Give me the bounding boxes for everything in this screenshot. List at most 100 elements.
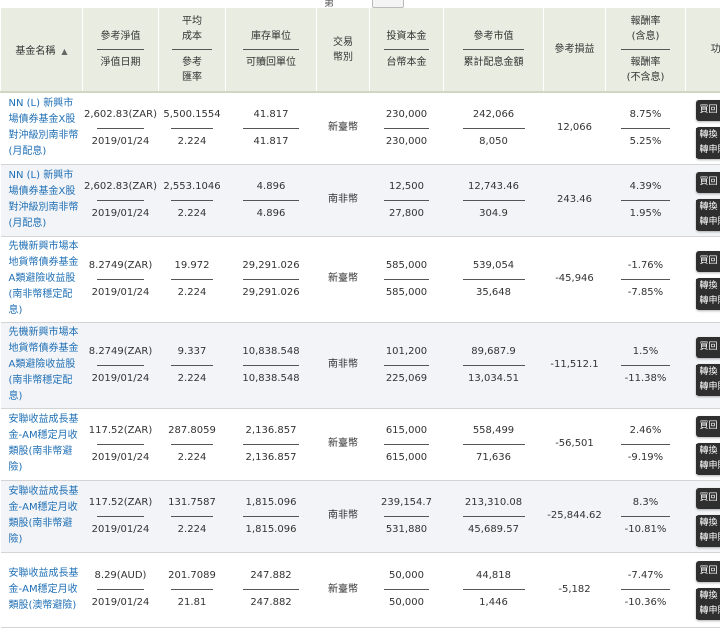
col-fund-name[interactable]: 基金名稱 ▲	[1, 8, 83, 92]
switch-apply-button[interactable]: 轉申購	[696, 604, 720, 619]
currency-cell: 新臺幣	[317, 408, 370, 480]
avg-cost-cell: 131.75872.224	[159, 480, 226, 552]
currency-cell: 南非幣	[317, 164, 370, 236]
table-row: 先機新興市場本地貨幣債券基金A類避險收益股(南非幣穩定配息)8.2749(ZAR…	[1, 322, 720, 408]
market-value-cell: 44,8181,446	[444, 552, 544, 627]
avg-cost-cell: 9.3372.224	[159, 322, 226, 408]
principal-cell: 101,200225,069	[370, 322, 444, 408]
units-cell: 1,815.0961,815.096	[226, 480, 317, 552]
col-principal: 投資本金台幣本金	[370, 8, 444, 92]
units-cell: 41.81741.817	[226, 92, 317, 164]
switch-apply-button[interactable]: 轉申購	[696, 380, 720, 395]
page-number-select[interactable]	[372, 0, 404, 8]
col-pnl: 參考損益	[544, 8, 606, 92]
currency-cell: 南非幣	[317, 322, 370, 408]
return-cell: -1.76%-7.85%	[606, 236, 686, 322]
switch-button[interactable]: 轉換	[696, 128, 720, 143]
switch-button-group: 轉換轉申購	[696, 364, 720, 396]
units-cell: 29,291.02629,291.026	[226, 236, 317, 322]
fund-name-link[interactable]: 安聯收益成長基金-AM穩定月收類股(南非幣避險)	[9, 414, 79, 473]
pnl-cell: -5,182	[544, 552, 606, 627]
col-currency: 交易幣別	[317, 8, 370, 92]
currency-cell: 新臺幣	[317, 92, 370, 164]
redeem-button[interactable]: 買回	[696, 488, 720, 509]
actions-cell: 買回轉換轉申購	[686, 552, 720, 627]
fund-name-cell: 安聯收益成長基金-AM穩定月收類股(澳幣避險)	[1, 552, 83, 627]
redeem-button[interactable]: 買回	[696, 337, 720, 358]
switch-button[interactable]: 轉換	[696, 516, 720, 531]
redeem-button[interactable]: 買回	[696, 172, 720, 193]
currency-cell: 新臺幣	[317, 236, 370, 322]
market-value-cell: 12,743.46304.9	[444, 164, 544, 236]
principal-cell: 50,00050,000	[370, 552, 444, 627]
table-row: 安聯收益成長基金-AM穩定月收類股(南非幣避險)117.52(ZAR)2019/…	[1, 480, 720, 552]
switch-button-group: 轉換轉申購	[696, 515, 720, 547]
table-row: NN (L) 新興市場債券基金X股對沖級別南非幣(月配息)2,602.83(ZA…	[1, 164, 720, 236]
fund-name-link[interactable]: 先機新興市場本地貨幣債券基金A類避險收益股(南非幣穩定配息)	[9, 327, 79, 402]
switch-button[interactable]: 轉換	[696, 589, 720, 604]
avg-cost-cell: 287.80592.224	[159, 408, 226, 480]
avg-cost-cell: 5,500.15542.224	[159, 92, 226, 164]
units-cell: 4.8964.896	[226, 164, 317, 236]
fund-name-link[interactable]: 安聯收益成長基金-AM穩定月收類股(澳幣避險)	[9, 568, 79, 611]
pnl-cell: 243.46	[544, 164, 606, 236]
nav-cell: 2,602.83(ZAR)2019/01/24	[83, 92, 159, 164]
switch-apply-button[interactable]: 轉申購	[696, 531, 720, 546]
switch-apply-button[interactable]: 轉申購	[696, 215, 720, 230]
switch-button[interactable]: 轉換	[696, 279, 720, 294]
redeem-button[interactable]: 買回	[696, 251, 720, 272]
table-row: 安聯收益成長基金-AM穩定月收類股(澳幣避險)8.29(AUD)2019/01/…	[1, 552, 720, 627]
principal-cell: 585,000585,000	[370, 236, 444, 322]
actions-cell: 買回轉換轉申購	[686, 480, 720, 552]
market-value-cell: 242,0668,050	[444, 92, 544, 164]
pagination-strip: 第	[0, 0, 720, 8]
col-avg-cost: 平均成本參考匯率	[159, 8, 226, 92]
currency-cell: 新臺幣	[317, 552, 370, 627]
avg-cost-cell: 2,553.10462.224	[159, 164, 226, 236]
pnl-cell: -45,946	[544, 236, 606, 322]
units-cell: 2,136.8572,136.857	[226, 408, 317, 480]
switch-button-group: 轉換轉申購	[696, 199, 720, 231]
switch-button[interactable]: 轉換	[696, 444, 720, 459]
col-units: 庫存單位可贖回單位	[226, 8, 317, 92]
switch-button[interactable]: 轉換	[696, 365, 720, 380]
avg-cost-cell: 201.708921.81	[159, 552, 226, 627]
col-fund-name-label: 基金名稱	[15, 46, 55, 57]
actions-cell: 買回轉換轉申購	[686, 236, 720, 322]
pnl-cell: -11,512.1	[544, 322, 606, 408]
redeem-button[interactable]: 買回	[696, 416, 720, 437]
col-market-value: 參考市值累計配息金額	[444, 8, 544, 92]
fund-name-link[interactable]: NN (L) 新興市場債券基金X股對沖級別南非幣(月配息)	[9, 170, 79, 229]
return-cell: -7.47%-10.36%	[606, 552, 686, 627]
units-cell: 10,838.54810,838.548	[226, 322, 317, 408]
table-header-row: 基金名稱▲ 參考淨值淨值日期 平均成本參考匯率 庫存單位可贖回單位 交易幣別 投…	[1, 8, 720, 92]
redeem-button[interactable]: 買回	[696, 561, 720, 582]
return-cell: 8.75%5.25%	[606, 92, 686, 164]
switch-apply-button[interactable]: 轉申購	[696, 294, 720, 309]
switch-apply-button[interactable]: 轉申購	[696, 143, 720, 158]
fund-name-link[interactable]: 先機新興市場本地貨幣債券基金A類避險收益股(南非幣穩定配息)	[9, 241, 79, 316]
actions-cell: 買回轉換轉申購	[686, 322, 720, 408]
return-cell: 8.3%-10.81%	[606, 480, 686, 552]
switch-apply-button[interactable]: 轉申購	[696, 459, 720, 474]
pnl-cell: -25,844.62	[544, 480, 606, 552]
fund-name-link[interactable]: 安聯收益成長基金-AM穩定月收類股(南非幣避險)	[9, 486, 79, 545]
fund-name-cell: NN (L) 新興市場債券基金X股對沖級別南非幣(月配息)	[1, 92, 83, 164]
actions-cell: 買回轉換轉申購	[686, 408, 720, 480]
switch-button[interactable]: 轉換	[696, 200, 720, 215]
switch-button-group: 轉換轉申購	[696, 278, 720, 310]
sort-asc-icon[interactable]: ▲	[61, 47, 67, 56]
nav-cell: 117.52(ZAR)2019/01/24	[83, 480, 159, 552]
fund-holdings-table: 基金名稱▲ 參考淨值淨值日期 平均成本參考匯率 庫存單位可贖回單位 交易幣別 投…	[0, 8, 720, 628]
actions-cell: 買回轉換轉申購	[686, 92, 720, 164]
fund-name-cell: NN (L) 新興市場債券基金X股對沖級別南非幣(月配息)	[1, 164, 83, 236]
pnl-cell: -56,501	[544, 408, 606, 480]
market-value-cell: 558,49971,636	[444, 408, 544, 480]
switch-button-group: 轉換轉申購	[696, 127, 720, 159]
principal-cell: 230,000230,000	[370, 92, 444, 164]
fund-name-cell: 安聯收益成長基金-AM穩定月收類股(南非幣避險)	[1, 480, 83, 552]
avg-cost-cell: 19.9722.224	[159, 236, 226, 322]
actions-cell: 買回轉換轉申購	[686, 164, 720, 236]
redeem-button[interactable]: 買回	[696, 100, 720, 121]
fund-name-link[interactable]: NN (L) 新興市場債券基金X股對沖級別南非幣(月配息)	[9, 98, 79, 157]
